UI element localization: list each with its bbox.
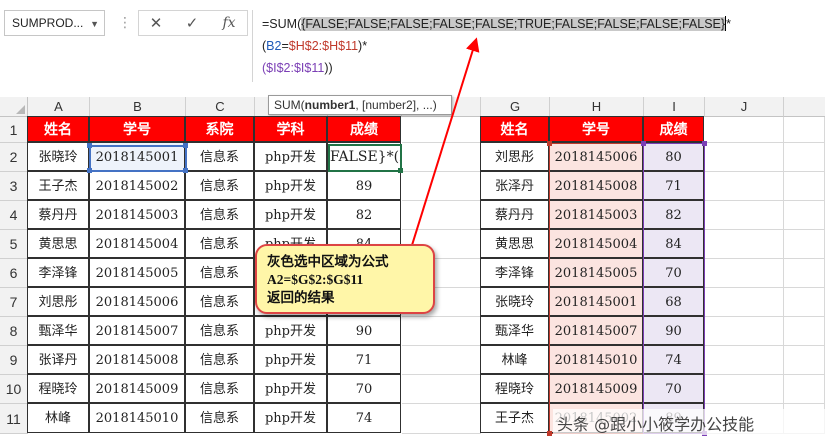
watermark-text: 头条 @跟小小筱学办公技能: [557, 415, 755, 434]
callout-box: 灰色选中区域为公式 A2=$G$2:$G$11 返回的结果: [255, 244, 435, 314]
callout-line-1: 灰色选中区域为公式: [267, 254, 389, 270]
callout-line-2: A2=$G$2:$G$11: [267, 272, 364, 287]
arrow-annotation: [407, 37, 480, 259]
callout-line-3: 返回的结果: [267, 290, 335, 306]
arrow-line: [407, 37, 480, 259]
